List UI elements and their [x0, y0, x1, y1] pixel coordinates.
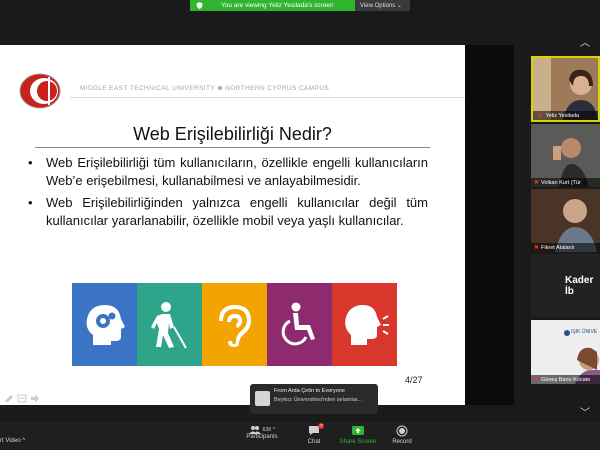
shield-icon [196, 2, 203, 9]
tile-visual [137, 283, 202, 366]
header-divider [70, 97, 465, 98]
header-separator [218, 86, 223, 91]
tile-mobility [267, 283, 332, 366]
chat-icon-wrap: 7 [308, 423, 324, 437]
participant-name-tag: ✖ Volkan Kurt (Tür [531, 178, 600, 187]
mic-muted-icon: ✖ [534, 245, 540, 251]
next-arrow-icon[interactable] [30, 390, 40, 403]
participant-name: Volkan Kurt (Tür [541, 179, 581, 186]
participant-name: Yeliz Yesilada [545, 112, 580, 119]
video-tile[interactable]: IŞIK ÜNIVE ✖ Güneş Banu Kocate [531, 320, 600, 384]
video-tile-active[interactable]: 🎙 Yeliz Yesilada [531, 56, 600, 122]
start-video-button[interactable]: rt Video ^ [0, 438, 25, 444]
mic-muted-icon: ✖ [534, 180, 540, 186]
share-screen-label: Share Screen [339, 439, 377, 445]
bullet-text: Web Erişilebilirliği tüm kullanıcıların,… [46, 155, 428, 188]
video-tile[interactable]: ✖ Fikret Atalanlı [531, 189, 600, 252]
pen-icon[interactable] [4, 390, 14, 402]
slide-page-number: 4/27 [405, 375, 423, 385]
wheelchair-icon [281, 302, 315, 345]
bullet-item: • Web Erişilebilirliğinden yalnızca enge… [28, 194, 428, 230]
slide-margin [465, 45, 514, 405]
chat-button[interactable]: 7 Chat [304, 423, 324, 445]
participant-name-large: Kader İb [565, 274, 594, 297]
slides-icon[interactable] [17, 390, 27, 403]
mic-icon: 🎙 [536, 113, 544, 119]
slide-title: Web Erişilebilirliği Nedir? [133, 124, 332, 144]
record-label: Record [392, 439, 412, 445]
chat-message: Beykoz Üniversitesi'nden selamlar... [274, 397, 362, 403]
participant-name-tag: ✖ Fikret Atalanlı [531, 243, 600, 252]
video-tile-no-camera[interactable]: Kader İb [531, 254, 600, 317]
header-right-text: NORTHERN CYPRUS CAMPUS [225, 85, 330, 92]
participants-icon-row: 638 ^ [243, 425, 281, 434]
tile-speech [332, 283, 397, 366]
meeting-toolbar: rt Video ^ 638 ^ Participants 7 Chat Sha… [0, 422, 600, 450]
metu-logo-icon [19, 73, 61, 109]
participants-label: Participants [246, 434, 278, 440]
title-underline [35, 147, 430, 148]
bullet-symbol: • [28, 195, 33, 210]
chat-label: Chat [307, 439, 321, 445]
video-tile[interactable]: ✖ Volkan Kurt (Tür [531, 124, 600, 187]
shared-screen: MIDDLE EAST TECHNICAL UNIVERSITY NORTHERN… [0, 45, 514, 405]
share-screen-icon [352, 426, 364, 435]
chat-unread-badge: 7 [318, 423, 324, 429]
screen-share-banner: You are viewing Yeliz Yesilada's screen [190, 0, 355, 11]
record-icon [396, 425, 408, 437]
participant-name: Fikret Atalanlı [541, 244, 575, 251]
blind-person-icon [150, 301, 187, 348]
slide-toolbar [4, 390, 40, 403]
participants-count: 638 [262, 426, 271, 433]
scroll-up-chevron-icon[interactable]: ︿ [580, 34, 590, 49]
header-left-text: MIDDLE EAST TECHNICAL UNIVERSITY [80, 85, 216, 92]
view-options-button[interactable]: View Options ⌄ [355, 0, 410, 11]
share-screen-button[interactable]: Share Screen [337, 425, 379, 445]
speech-head-icon [344, 304, 389, 345]
tile-cognitive [72, 283, 137, 366]
participant-name: Güneş Banu Kocate [541, 376, 591, 383]
bullet-symbol: • [28, 155, 33, 170]
chat-from: From Arda Çetin to Everyone [274, 388, 345, 394]
bullet-item: • Web Erişilebilirliği tüm kullanıcıları… [28, 154, 428, 190]
bullet-list: • Web Erişilebilirliği tüm kullanıcıları… [28, 154, 428, 234]
ear-icon [218, 304, 251, 347]
tile-hearing [202, 283, 267, 366]
accessibility-icon-strip [72, 283, 397, 366]
university-header: MIDDLE EAST TECHNICAL UNIVERSITY NORTHERN… [80, 85, 329, 92]
participants-icon [248, 426, 261, 434]
participant-name-tag: 🎙 Yeliz Yesilada [533, 111, 598, 120]
record-button[interactable]: Record [390, 425, 414, 445]
chat-notification[interactable]: From Arda Çetin to Everyone Beykoz Ünive… [250, 384, 378, 414]
avatar [255, 391, 270, 406]
caret-up-icon[interactable]: ^ [273, 427, 275, 433]
viewing-text: You are viewing Yeliz Yesilada's screen [221, 2, 334, 9]
participant-name-tag: ✖ Güneş Banu Kocate [531, 375, 600, 384]
cognitive-head-icon [86, 304, 125, 345]
presentation-slide: MIDDLE EAST TECHNICAL UNIVERSITY NORTHERN… [0, 45, 465, 405]
participants-button[interactable]: 638 ^ Participants [243, 425, 281, 440]
scroll-down-chevron-icon[interactable]: ﹀ [580, 404, 590, 419]
zoom-meeting-window: You are viewing Yeliz Yesilada's screen … [0, 0, 600, 450]
start-video-label: rt Video [0, 438, 21, 444]
caret-up-icon[interactable]: ^ [22, 438, 25, 444]
mic-muted-icon: ✖ [534, 377, 540, 383]
svg-text:IŞIK ÜNIVE: IŞIK ÜNIVE [571, 328, 598, 335]
bullet-text: Web Erişilebilirliğinden yalnızca engell… [46, 195, 428, 228]
